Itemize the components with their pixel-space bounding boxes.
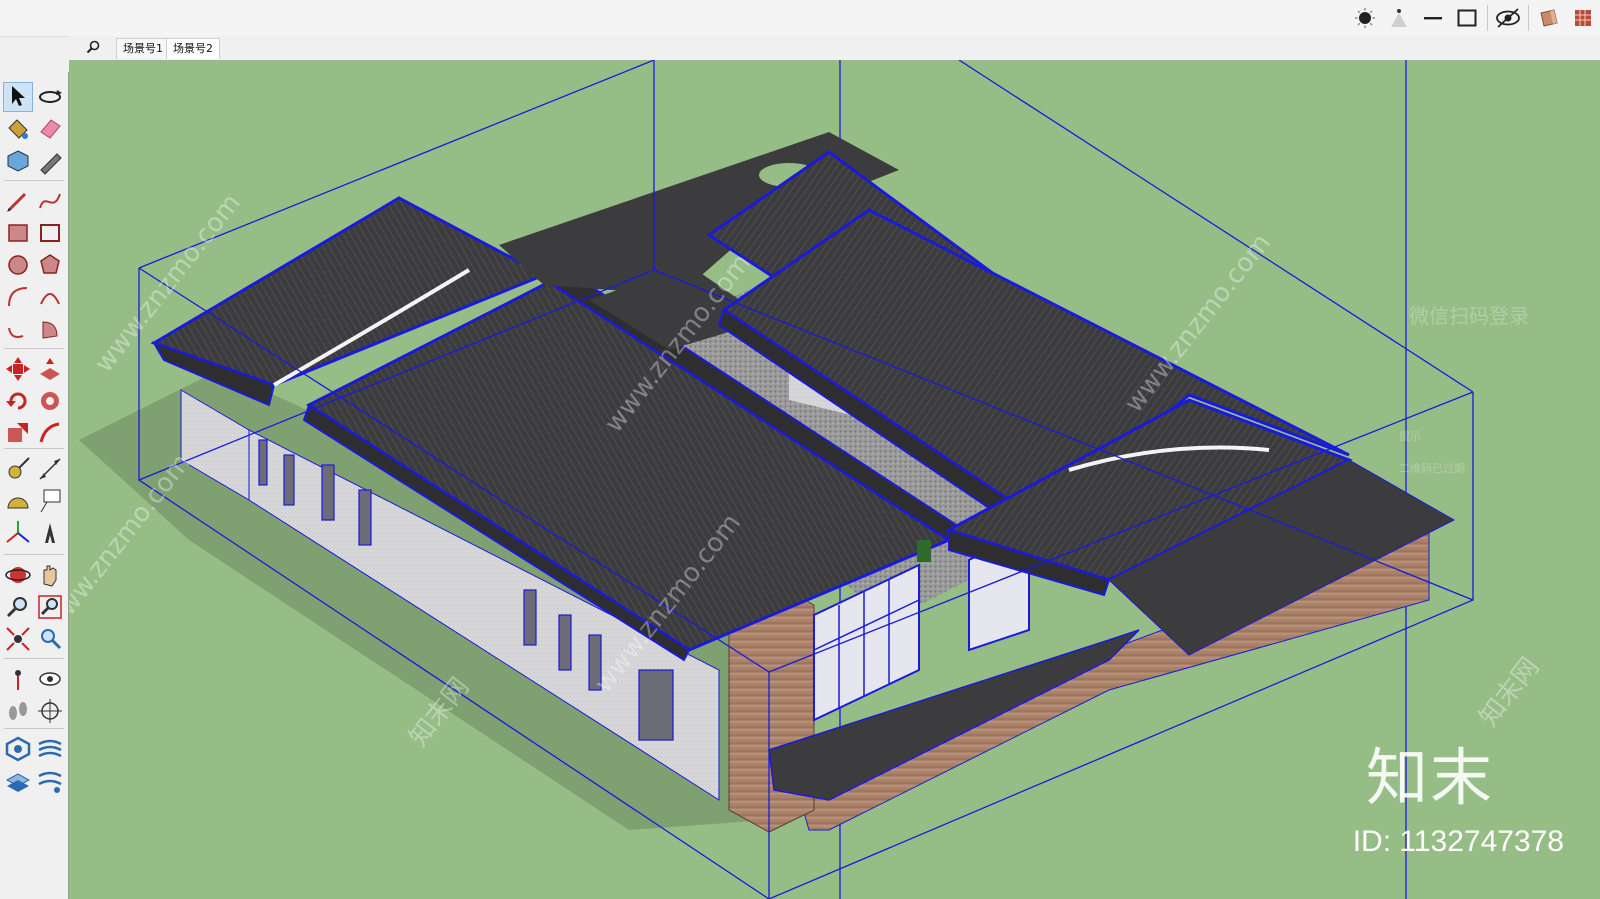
search-icon[interactable] <box>86 40 100 59</box>
scale-icon[interactable] <box>3 418 33 448</box>
tool-divider <box>4 448 64 449</box>
hide-icon[interactable] <box>1491 2 1525 34</box>
offset-icon[interactable] <box>35 418 65 448</box>
sandbox-contour-icon[interactable] <box>35 734 65 764</box>
shadow-toggle-icon[interactable] <box>1348 2 1382 34</box>
move-icon[interactable] <box>3 354 33 384</box>
sandbox-scratch-icon[interactable] <box>3 766 33 796</box>
tool-divider <box>4 728 64 729</box>
sandbox-smoove-icon[interactable] <box>35 766 65 796</box>
tool-divider <box>4 658 64 659</box>
scene-tab-bar: 场景号1 场景号2 <box>68 36 1600 60</box>
id-watermark: ID: 1132747378 <box>1352 825 1564 858</box>
pan-icon[interactable] <box>35 560 65 590</box>
tape-icon[interactable] <box>35 146 65 176</box>
rotated-rectangle-icon[interactable] <box>35 218 65 248</box>
text-icon[interactable] <box>35 486 65 516</box>
pencil-icon[interactable] <box>3 186 33 216</box>
top-toolbar <box>0 0 1600 37</box>
orbit-icon[interactable] <box>35 82 65 112</box>
ghost-login-title: 微信扫码登录 <box>1409 304 1529 328</box>
tab-scene-2[interactable]: 场景号2 <box>166 38 220 59</box>
zoom-icon[interactable] <box>3 592 33 622</box>
view-toolbar <box>1348 2 1600 34</box>
sandbox-icon[interactable] <box>3 734 33 764</box>
paint-bucket-icon[interactable] <box>3 114 33 144</box>
freehand-icon[interactable] <box>35 186 65 216</box>
paint-icon[interactable] <box>1532 2 1566 34</box>
tool-divider <box>4 554 64 555</box>
3d-text-icon[interactable] <box>35 518 65 548</box>
polygon-icon[interactable] <box>35 250 65 280</box>
three-point-arc-icon[interactable] <box>3 314 33 344</box>
protractor-icon[interactable] <box>3 486 33 516</box>
previous-view-icon[interactable] <box>35 624 65 654</box>
push-pull-icon[interactable] <box>35 354 65 384</box>
walk-icon[interactable] <box>3 696 33 726</box>
ghost-msg: 二维码已过期 <box>1399 462 1465 475</box>
toolbar-separator <box>1487 5 1488 31</box>
material-icon[interactable] <box>1566 2 1600 34</box>
fog-icon[interactable] <box>1382 2 1416 34</box>
look-around-icon[interactable] <box>35 664 65 694</box>
component-icon[interactable] <box>3 146 33 176</box>
tool-divider <box>4 348 64 349</box>
position-camera-icon[interactable] <box>3 664 33 694</box>
select-icon[interactable] <box>3 82 33 112</box>
two-point-arc-icon[interactable] <box>35 282 65 312</box>
model-viewport[interactable]: www.znzmo.com www.znzmo.com www.znzmo.co… <box>69 60 1600 899</box>
pie-icon[interactable] <box>35 314 65 344</box>
orbit-icon-2[interactable] <box>3 560 33 590</box>
section-box-icon[interactable] <box>1450 2 1484 34</box>
tab-scene-1[interactable]: 场景号1 <box>116 38 170 59</box>
tree-icon <box>917 540 931 562</box>
dimension-icon[interactable] <box>35 454 65 484</box>
tool-palette <box>0 72 69 899</box>
section-plane-icon[interactable] <box>35 696 65 726</box>
ghost-tip: 提示 <box>1399 430 1421 443</box>
tape-measure-icon[interactable] <box>3 454 33 484</box>
tool-divider <box>4 180 64 181</box>
axes-icon[interactable] <box>3 518 33 548</box>
zoom-window-icon[interactable] <box>35 592 65 622</box>
rotate-icon[interactable] <box>3 386 33 416</box>
rectangle-icon[interactable] <box>3 218 33 248</box>
follow-me-icon[interactable] <box>35 386 65 416</box>
circle-icon[interactable] <box>3 250 33 280</box>
toolbar-separator <box>1528 5 1529 31</box>
arc-icon[interactable] <box>3 282 33 312</box>
brand-watermark: 知末 <box>1365 741 1494 814</box>
zoom-extents-icon[interactable] <box>3 624 33 654</box>
hidden-line-icon[interactable] <box>1416 2 1450 34</box>
eraser-icon[interactable] <box>35 114 65 144</box>
